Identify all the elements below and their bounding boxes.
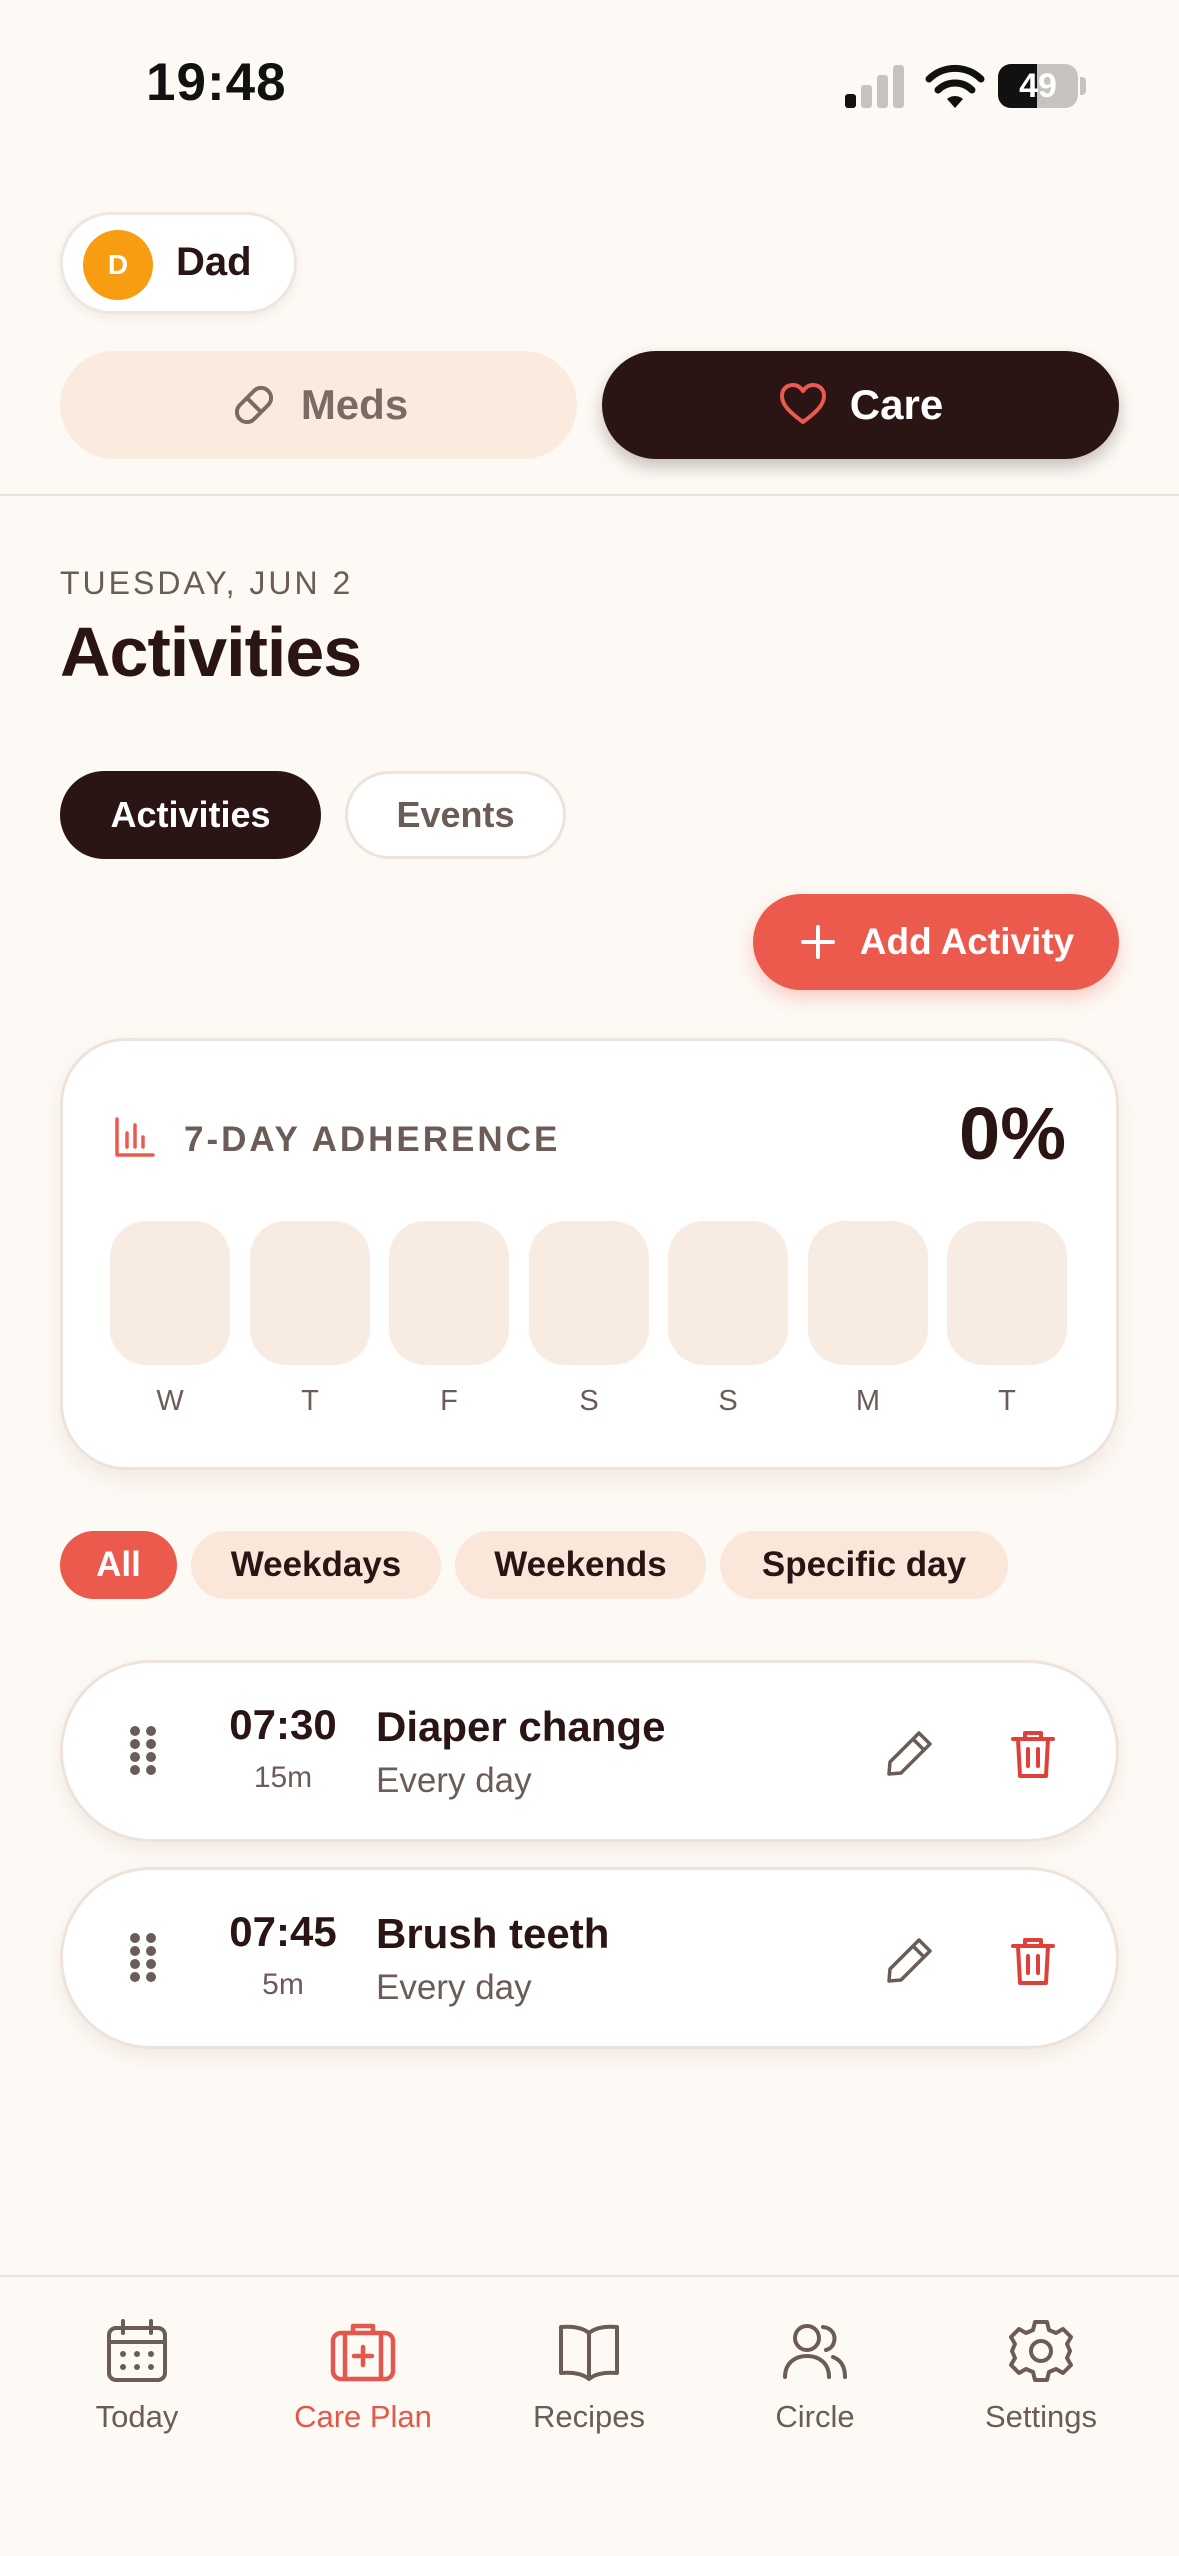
- add-activity-button[interactable]: Add Activity: [753, 894, 1119, 990]
- nav-recipes[interactable]: Recipes: [489, 2317, 689, 2435]
- nav-care-plan-label: Care Plan: [294, 2399, 432, 2434]
- users-icon: [783, 2324, 847, 2379]
- book-icon: [559, 2324, 619, 2381]
- battery-tip: [1080, 77, 1086, 95]
- adherence-day-label: S: [718, 1385, 738, 1417]
- adherence-percent: 0%: [959, 1092, 1066, 1175]
- bar-chart-icon: [115, 1117, 155, 1157]
- pill-icon: [234, 385, 273, 425]
- adherence-day: M: [808, 1221, 928, 1418]
- adherence-day: S: [668, 1221, 788, 1418]
- filter-weekdays[interactable]: Weekdays: [191, 1531, 441, 1599]
- adherence-day: F: [389, 1221, 509, 1418]
- activity-frequency: Every day: [376, 1761, 532, 1800]
- profile-name: Dad: [176, 240, 252, 284]
- battery-icon: 49: [998, 64, 1078, 108]
- adherence-day-box: [808, 1221, 928, 1365]
- filter-all[interactable]: All: [60, 1531, 177, 1599]
- edit-pencil-icon[interactable]: [885, 1728, 935, 1778]
- adherence-day-box: [668, 1221, 788, 1365]
- trash-icon[interactable]: [1010, 1935, 1056, 1987]
- adherence-day-label: S: [579, 1385, 599, 1417]
- filter-weekends[interactable]: Weekends: [455, 1531, 706, 1599]
- battery-level: 49: [1019, 67, 1057, 105]
- activity-frequency: Every day: [376, 1968, 532, 2007]
- nav-settings-label: Settings: [984, 2399, 1097, 2434]
- adherence-day-label: F: [440, 1385, 458, 1417]
- bottom-nav: Today Care Plan Recipes Circle Settings: [0, 2275, 1179, 2556]
- gear-icon: [1009, 2320, 1073, 2382]
- date-label: TUESDAY, JUN 2: [60, 565, 354, 601]
- meds-tab-button[interactable]: Meds: [60, 351, 577, 459]
- tab-events[interactable]: Events: [345, 771, 566, 859]
- adherence-card: 7-DAY ADHERENCE 0% W T F S S M T: [60, 1038, 1119, 1470]
- plus-icon: [800, 925, 835, 959]
- nav-circle[interactable]: Circle: [715, 2317, 915, 2435]
- activity-time: 07:45: [229, 1908, 337, 1955]
- adherence-day-label: T: [998, 1385, 1016, 1417]
- activity-name: Diaper change: [376, 1703, 666, 1750]
- heart-icon: [779, 383, 826, 424]
- care-tab-button[interactable]: Care: [602, 351, 1119, 459]
- adherence-day-box: [250, 1221, 370, 1365]
- adherence-day: T: [250, 1221, 370, 1418]
- nav-circle-label: Circle: [775, 2399, 855, 2434]
- nav-care-plan[interactable]: Care Plan: [263, 2317, 463, 2435]
- page-title: Activities: [60, 613, 362, 691]
- nav-today[interactable]: Today: [37, 2317, 237, 2435]
- tab-activities[interactable]: Activities: [60, 771, 321, 859]
- care-label: Care: [849, 381, 944, 428]
- adherence-day: W: [110, 1221, 230, 1418]
- adherence-day-box: [947, 1221, 1067, 1365]
- activity-duration: 5m: [262, 1968, 304, 2001]
- activity-row[interactable]: 07:30 15m Diaper change Every day: [60, 1660, 1119, 1842]
- filter-specific-day[interactable]: Specific day: [720, 1531, 1008, 1599]
- adherence-day-label: M: [855, 1385, 881, 1417]
- profile-switcher[interactable]: D Dad: [60, 212, 297, 314]
- meds-label: Meds: [300, 381, 409, 428]
- status-time: 19:48: [146, 53, 287, 112]
- adherence-day-box: [110, 1221, 230, 1365]
- add-activity-label: Add Activity: [859, 921, 1075, 962]
- activity-time: 07:30: [229, 1701, 337, 1748]
- activity-duration: 15m: [253, 1761, 313, 1794]
- adherence-title: 7-DAY ADHERENCE: [184, 1120, 561, 1159]
- nav-settings[interactable]: Settings: [941, 2317, 1141, 2435]
- adherence-day-box: [389, 1221, 509, 1365]
- edit-pencil-icon[interactable]: [885, 1935, 935, 1985]
- avatar: D: [83, 230, 153, 300]
- calendar-icon: [107, 2319, 167, 2382]
- adherence-day-box: [529, 1221, 649, 1365]
- adherence-day-label: T: [301, 1385, 319, 1417]
- drag-handle-icon[interactable]: [128, 1725, 158, 1775]
- drag-handle-icon[interactable]: [128, 1932, 158, 1982]
- nav-today-label: Today: [95, 2399, 179, 2434]
- trash-icon[interactable]: [1010, 1728, 1056, 1780]
- adherence-day-label: W: [156, 1385, 184, 1417]
- nav-recipes-label: Recipes: [533, 2399, 645, 2434]
- adherence-day: T: [947, 1221, 1067, 1418]
- activity-row[interactable]: 07:45 5m Brush teeth Every day: [60, 1867, 1119, 2049]
- adherence-day: S: [529, 1221, 649, 1418]
- medical-kit-icon: [330, 2323, 396, 2382]
- cellular-signal-icon: [845, 65, 904, 108]
- wifi-icon: [925, 64, 985, 108]
- header-divider: [0, 494, 1179, 496]
- activity-name: Brush teeth: [376, 1910, 610, 1957]
